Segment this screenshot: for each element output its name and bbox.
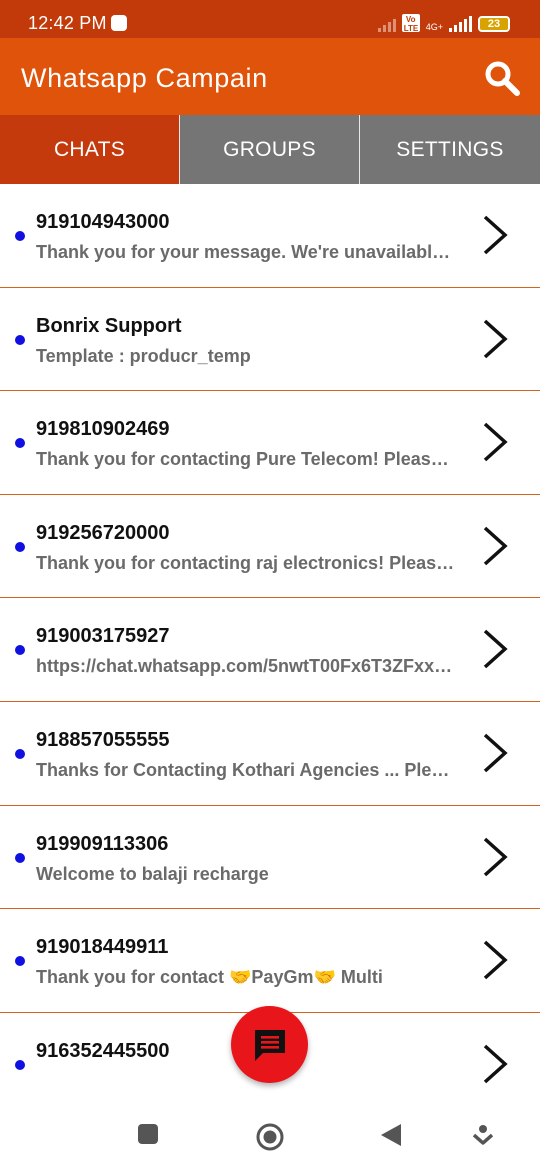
chat-preview: Welcome to balaji recharge: [36, 863, 269, 884]
unread-dot-icon: [15, 438, 25, 449]
chevron-right-icon[interactable]: [482, 421, 508, 463]
tab-chats[interactable]: CHATS: [0, 115, 179, 184]
chevron-right-icon[interactable]: [482, 628, 508, 670]
tab-settings[interactable]: SETTINGS: [359, 115, 540, 184]
unread-dot-icon: [15, 956, 25, 967]
chat-preview: Thank you for your message. We're unavai…: [36, 242, 456, 262]
system-nav-bar: [0, 1105, 540, 1170]
chat-row[interactable]: 919003175927 https://chat.whatsapp.com/5…: [0, 598, 540, 702]
chat-preview: Thanks for Contacting Kothari Agencies .…: [36, 759, 456, 780]
chevron-right-icon[interactable]: [482, 214, 508, 256]
unread-dot-icon: [15, 852, 25, 863]
chat-name: 916352445500: [36, 1039, 170, 1062]
chat-name: 919018449911: [36, 936, 169, 959]
notification-icon: [111, 15, 127, 31]
signal-strength-icon: [449, 16, 472, 32]
chevron-right-icon[interactable]: [482, 939, 508, 981]
unread-dot-icon: [15, 1059, 25, 1070]
chat-name: 919003175927: [36, 625, 170, 648]
status-icons: Vo LTE 4G+ 23: [377, 12, 510, 33]
message-icon: [254, 1029, 285, 1061]
unread-dot-icon: [15, 231, 25, 241]
chat-list: 919104943000 Thank you for your message.…: [0, 184, 540, 1116]
search-icon[interactable]: [482, 58, 522, 98]
chat-name: 919810902469: [36, 418, 170, 441]
chevron-right-icon[interactable]: [482, 732, 508, 774]
app-title: Whatsapp Campain: [21, 63, 268, 93]
tab-groups[interactable]: GROUPS: [179, 115, 359, 184]
app-bar: Whatsapp Campain: [0, 38, 540, 115]
chat-name: 919909113306: [36, 832, 169, 855]
chat-preview: Template : producr_temp: [36, 345, 251, 366]
battery-level: 23: [487, 18, 501, 30]
chat-row[interactable]: 919018449911 Thank you for contact 🤝PayG…: [0, 909, 540, 1013]
chat-preview: Thank you for contacting raj electronics…: [36, 552, 456, 573]
volte-icon: Vo LTE: [401, 14, 420, 33]
chevron-right-icon[interactable]: [482, 525, 508, 567]
unread-dot-icon: [15, 645, 25, 656]
home-icon[interactable]: [255, 1122, 285, 1152]
unread-dot-icon: [15, 748, 25, 759]
chevron-right-icon[interactable]: [482, 836, 508, 878]
battery-icon: 23: [478, 16, 510, 32]
chat-row[interactable]: 919256720000 Thank you for contacting ra…: [0, 495, 540, 599]
chat-preview: Thank you for contact 🤝PayGm🤝 Multi: [36, 967, 383, 988]
status-time: 12:42 PM: [28, 13, 107, 33]
new-message-button[interactable]: [231, 1006, 308, 1083]
tab-bar: CHATS GROUPS SETTINGS: [0, 115, 540, 184]
chevron-right-icon[interactable]: [482, 1043, 508, 1085]
recents-icon[interactable]: [137, 1123, 159, 1145]
unread-dot-icon: [15, 334, 25, 345]
chat-row[interactable]: 918857055555 Thanks for Contacting Kotha…: [0, 702, 540, 806]
chat-name: 919256720000: [36, 521, 170, 544]
chat-name: Bonrix Support: [36, 314, 182, 337]
chat-name: 919104943000: [36, 211, 170, 233]
signal-icon: [377, 16, 396, 32]
chat-row[interactable]: 919104943000 Thank you for your message.…: [0, 184, 540, 288]
unread-dot-icon: [15, 541, 25, 552]
network-type: 4G+: [425, 22, 443, 32]
chat-row[interactable]: Bonrix Support Template : producr_temp: [0, 288, 540, 392]
assistant-icon[interactable]: [473, 1123, 493, 1147]
back-icon[interactable]: [380, 1123, 402, 1147]
chat-name: 918857055555: [36, 728, 170, 751]
chat-row[interactable]: 919810902469 Thank you for contacting Pu…: [0, 391, 540, 495]
chat-preview: https://chat.whatsapp.com/5nwtT00Fx6T3ZF…: [36, 656, 456, 677]
status-bar: 12:42 PM Vo LTE 4G+ 23: [0, 0, 540, 38]
chat-row[interactable]: 919909113306 Welcome to balaji recharge: [0, 806, 540, 910]
chevron-right-icon[interactable]: [482, 318, 508, 360]
chat-preview: Thank you for contacting Pure Telecom! P…: [36, 449, 456, 470]
